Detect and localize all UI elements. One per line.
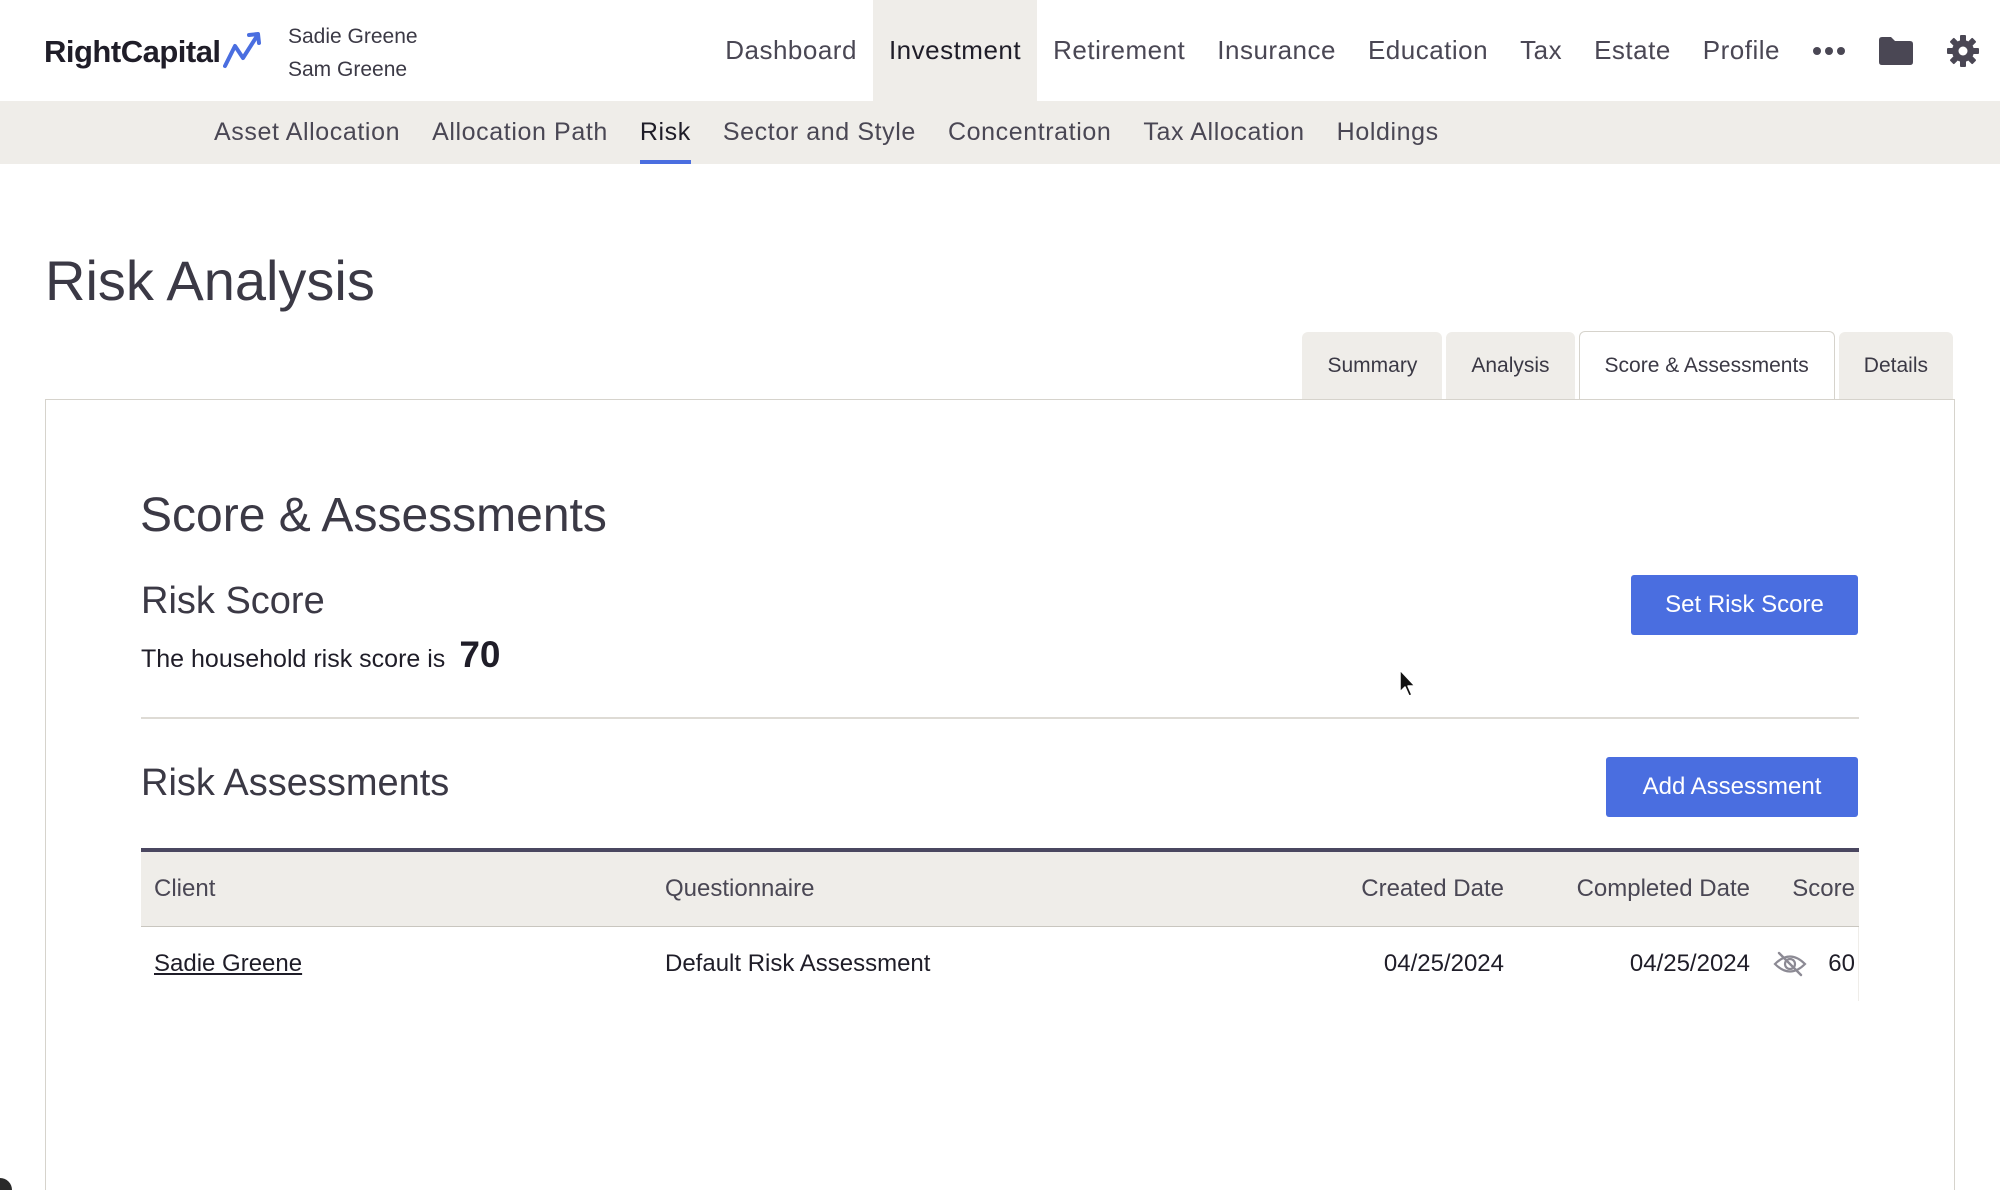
subnav-risk[interactable]: Risk	[624, 101, 707, 164]
table-header: Client Questionnaire Created Date Comple…	[141, 848, 1859, 927]
risk-score-text: The household risk score is	[141, 645, 446, 673]
nav-education[interactable]: Education	[1352, 0, 1504, 101]
nav-estate[interactable]: Estate	[1578, 0, 1687, 101]
tab-details[interactable]: Details	[1838, 332, 1953, 400]
section-divider	[141, 717, 1859, 719]
top-header: RightCapital Sadie Greene Sam Greene Das…	[0, 0, 2000, 101]
subnav-asset-allocation[interactable]: Asset Allocation	[198, 101, 416, 164]
nav-dashboard[interactable]: Dashboard	[709, 0, 873, 101]
page-title: Risk Analysis	[45, 249, 375, 312]
subnav-allocation-path[interactable]: Allocation Path	[416, 101, 624, 164]
page-tabs: Summary Analysis Score & Assessments Det…	[1302, 331, 1953, 400]
column-header-client[interactable]: Client	[154, 852, 215, 926]
logo[interactable]: RightCapital	[44, 32, 263, 72]
column-header-created-date[interactable]: Created Date	[1191, 852, 1504, 926]
household-names[interactable]: Sadie Greene Sam Greene	[288, 20, 418, 86]
tab-score-assessments[interactable]: Score & Assessments	[1578, 331, 1835, 400]
set-risk-score-button[interactable]: Set Risk Score	[1631, 575, 1858, 635]
subnav-tax-allocation[interactable]: Tax Allocation	[1127, 101, 1320, 164]
window-corner	[0, 1178, 12, 1190]
add-assessment-button[interactable]: Add Assessment	[1606, 757, 1858, 817]
mouse-cursor-icon	[1399, 669, 1416, 697]
nav-insurance[interactable]: Insurance	[1201, 0, 1352, 101]
subnav-holdings[interactable]: Holdings	[1321, 101, 1455, 164]
created-date-cell: 04/25/2024	[1383, 950, 1504, 977]
nav-retirement[interactable]: Retirement	[1037, 0, 1201, 101]
risk-score-value: 70	[459, 634, 501, 675]
household-member: Sam Greene	[288, 58, 408, 81]
main-nav: Dashboard Investment Retirement Insuranc…	[709, 0, 2000, 101]
client-link[interactable]: Sadie Greene	[154, 950, 302, 978]
column-header-questionnaire[interactable]: Questionnaire	[665, 852, 814, 926]
eye-off-icon[interactable]	[1760, 927, 1820, 1001]
tab-analysis[interactable]: Analysis	[1446, 332, 1575, 400]
gear-icon[interactable]	[1930, 0, 2000, 101]
section-title: Score & Assessments	[140, 489, 607, 542]
tab-summary[interactable]: Summary	[1302, 332, 1443, 400]
table-row: Sadie Greene Default Risk Assessment 04/…	[141, 927, 1859, 1001]
completed-date-cell: 04/25/2024	[1629, 950, 1750, 977]
logo-chart-icon	[222, 32, 261, 68]
nav-investment[interactable]: Investment	[872, 0, 1038, 101]
sub-nav: Asset Allocation Allocation Path Risk Se…	[0, 101, 2000, 164]
questionnaire-cell: Default Risk Assessment	[665, 950, 931, 977]
folder-icon[interactable]	[1862, 0, 1930, 101]
household-member: Sadie Greene	[288, 25, 418, 48]
risk-score-heading: Risk Score	[141, 580, 325, 622]
logo-text: RightCapital	[44, 34, 221, 69]
risk-score-line: The household risk score is 70	[141, 634, 500, 676]
nav-tax[interactable]: Tax	[1504, 0, 1578, 101]
column-header-completed-date[interactable]: Completed Date	[1531, 852, 1750, 926]
nav-profile[interactable]: Profile	[1687, 0, 1796, 101]
subnav-concentration[interactable]: Concentration	[932, 101, 1127, 164]
risk-assessments-heading: Risk Assessments	[141, 762, 450, 804]
assessments-table: Client Questionnaire Created Date Comple…	[141, 848, 1859, 1001]
more-icon[interactable]	[1796, 0, 1862, 101]
column-header-score[interactable]: Score	[1761, 852, 1855, 926]
subnav-sector-and-style[interactable]: Sector and Style	[707, 101, 932, 164]
